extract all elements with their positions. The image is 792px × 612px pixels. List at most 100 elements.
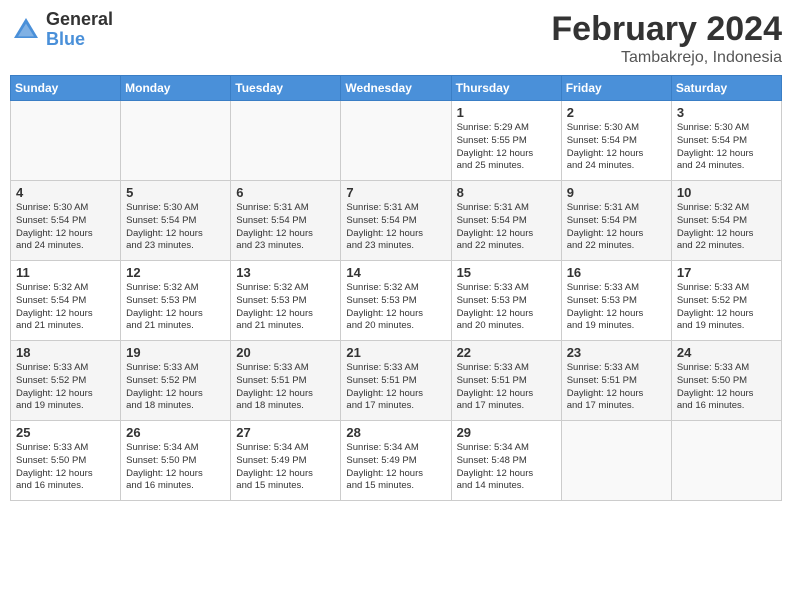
day-info: Sunrise: 5:33 AM Sunset: 5:50 PM Dayligh…: [677, 362, 776, 413]
calendar-cell: [341, 101, 451, 181]
day-info: Sunrise: 5:34 AM Sunset: 5:49 PM Dayligh…: [236, 442, 335, 493]
calendar-cell: 27 Sunrise: 5:34 AM Sunset: 5:49 PM Dayli…: [231, 421, 341, 501]
day-info: Sunrise: 5:32 AM Sunset: 5:54 PM Dayligh…: [677, 202, 776, 253]
logo: General Blue: [10, 10, 113, 50]
day-number: 2: [567, 105, 666, 120]
day-number: 5: [126, 185, 225, 200]
day-info: Sunrise: 5:33 AM Sunset: 5:52 PM Dayligh…: [16, 362, 115, 413]
calendar-cell: 23 Sunrise: 5:33 AM Sunset: 5:51 PM Dayli…: [561, 341, 671, 421]
day-number: 12: [126, 265, 225, 280]
day-number: 18: [16, 345, 115, 360]
calendar-cell: 10Sunrise: 5:32 AM Sunset: 5:54 PM Dayli…: [671, 181, 781, 261]
calendar-week-row: 11 Sunrise: 5:32 AM Sunset: 5:54 PM Dayli…: [11, 261, 782, 341]
day-info: Sunrise: 5:33 AM Sunset: 5:51 PM Dayligh…: [346, 362, 445, 413]
day-number: 25: [16, 425, 115, 440]
calendar-cell: 22 Sunrise: 5:33 AM Sunset: 5:51 PM Dayli…: [451, 341, 561, 421]
month-title: February 2024: [551, 10, 782, 49]
calendar-body: 1Sunrise: 5:29 AM Sunset: 5:55 PM Daylig…: [11, 101, 782, 501]
location: Tambakrejo, Indonesia: [551, 49, 782, 67]
calendar-cell: 2Sunrise: 5:30 AM Sunset: 5:54 PM Daylig…: [561, 101, 671, 181]
day-info: Sunrise: 5:33 AM Sunset: 5:53 PM Dayligh…: [567, 282, 666, 333]
calendar-cell: [231, 101, 341, 181]
day-number: 20: [236, 345, 335, 360]
calendar-cell: [121, 101, 231, 181]
day-info: Sunrise: 5:32 AM Sunset: 5:53 PM Dayligh…: [126, 282, 225, 333]
calendar-cell: 17 Sunrise: 5:33 AM Sunset: 5:52 PM Dayli…: [671, 261, 781, 341]
day-number: 22: [457, 345, 556, 360]
calendar-week-row: 25 Sunrise: 5:33 AM Sunset: 5:50 PM Dayli…: [11, 421, 782, 501]
day-of-week-header: Thursday: [451, 76, 561, 101]
calendar-cell: 5Sunrise: 5:30 AM Sunset: 5:54 PM Daylig…: [121, 181, 231, 261]
calendar-cell: 25 Sunrise: 5:33 AM Sunset: 5:50 PM Dayli…: [11, 421, 121, 501]
day-of-week-header: Wednesday: [341, 76, 451, 101]
calendar-cell: 28Sunrise: 5:34 AM Sunset: 5:49 PM Dayli…: [341, 421, 451, 501]
calendar-cell: 20Sunrise: 5:33 AM Sunset: 5:51 PM Dayli…: [231, 341, 341, 421]
calendar-cell: 4Sunrise: 5:30 AM Sunset: 5:54 PM Daylig…: [11, 181, 121, 261]
day-number: 23: [567, 345, 666, 360]
day-number: 9: [567, 185, 666, 200]
calendar-week-row: 18 Sunrise: 5:33 AM Sunset: 5:52 PM Dayli…: [11, 341, 782, 421]
page-header: General Blue February 2024 Tambakrejo, I…: [10, 10, 782, 67]
header-row: SundayMondayTuesdayWednesdayThursdayFrid…: [11, 76, 782, 101]
day-number: 21: [346, 345, 445, 360]
calendar-cell: 18 Sunrise: 5:33 AM Sunset: 5:52 PM Dayli…: [11, 341, 121, 421]
calendar-cell: 29 Sunrise: 5:34 AM Sunset: 5:48 PM Dayli…: [451, 421, 561, 501]
day-number: 26: [126, 425, 225, 440]
calendar-cell: [561, 421, 671, 501]
day-number: 27: [236, 425, 335, 440]
calendar-cell: 3Sunrise: 5:30 AM Sunset: 5:54 PM Daylig…: [671, 101, 781, 181]
day-info: Sunrise: 5:32 AM Sunset: 5:53 PM Dayligh…: [236, 282, 335, 333]
calendar-cell: 12 Sunrise: 5:32 AM Sunset: 5:53 PM Dayli…: [121, 261, 231, 341]
day-info: Sunrise: 5:34 AM Sunset: 5:48 PM Dayligh…: [457, 442, 556, 493]
day-info: Sunrise: 5:31 AM Sunset: 5:54 PM Dayligh…: [236, 202, 335, 253]
day-info: Sunrise: 5:33 AM Sunset: 5:51 PM Dayligh…: [567, 362, 666, 413]
calendar-week-row: 4Sunrise: 5:30 AM Sunset: 5:54 PM Daylig…: [11, 181, 782, 261]
title-block: February 2024 Tambakrejo, Indonesia: [551, 10, 782, 67]
logo-blue-text: Blue: [46, 30, 113, 50]
day-of-week-header: Tuesday: [231, 76, 341, 101]
day-number: 1: [457, 105, 556, 120]
calendar-header: SundayMondayTuesdayWednesdayThursdayFrid…: [11, 76, 782, 101]
calendar-cell: 24 Sunrise: 5:33 AM Sunset: 5:50 PM Dayli…: [671, 341, 781, 421]
day-info: Sunrise: 5:32 AM Sunset: 5:53 PM Dayligh…: [346, 282, 445, 333]
day-number: 6: [236, 185, 335, 200]
calendar-cell: [671, 421, 781, 501]
day-number: 29: [457, 425, 556, 440]
day-of-week-header: Sunday: [11, 76, 121, 101]
day-info: Sunrise: 5:34 AM Sunset: 5:49 PM Dayligh…: [346, 442, 445, 493]
day-info: Sunrise: 5:30 AM Sunset: 5:54 PM Dayligh…: [677, 122, 776, 173]
day-info: Sunrise: 5:30 AM Sunset: 5:54 PM Dayligh…: [16, 202, 115, 253]
day-of-week-header: Saturday: [671, 76, 781, 101]
calendar-cell: 11 Sunrise: 5:32 AM Sunset: 5:54 PM Dayli…: [11, 261, 121, 341]
day-number: 24: [677, 345, 776, 360]
calendar-cell: 21 Sunrise: 5:33 AM Sunset: 5:51 PM Dayli…: [341, 341, 451, 421]
calendar-cell: 1Sunrise: 5:29 AM Sunset: 5:55 PM Daylig…: [451, 101, 561, 181]
day-info: Sunrise: 5:34 AM Sunset: 5:50 PM Dayligh…: [126, 442, 225, 493]
day-info: Sunrise: 5:33 AM Sunset: 5:53 PM Dayligh…: [457, 282, 556, 333]
calendar-table: SundayMondayTuesdayWednesdayThursdayFrid…: [10, 75, 782, 501]
calendar-cell: 15Sunrise: 5:33 AM Sunset: 5:53 PM Dayli…: [451, 261, 561, 341]
calendar-cell: 9Sunrise: 5:31 AM Sunset: 5:54 PM Daylig…: [561, 181, 671, 261]
day-number: 17: [677, 265, 776, 280]
day-info: Sunrise: 5:31 AM Sunset: 5:54 PM Dayligh…: [346, 202, 445, 253]
day-number: 14: [346, 265, 445, 280]
calendar-week-row: 1Sunrise: 5:29 AM Sunset: 5:55 PM Daylig…: [11, 101, 782, 181]
calendar-cell: 7Sunrise: 5:31 AM Sunset: 5:54 PM Daylig…: [341, 181, 451, 261]
day-number: 19: [126, 345, 225, 360]
calendar-cell: 6 Sunrise: 5:31 AM Sunset: 5:54 PM Daylig…: [231, 181, 341, 261]
day-number: 13: [236, 265, 335, 280]
day-info: Sunrise: 5:31 AM Sunset: 5:54 PM Dayligh…: [457, 202, 556, 253]
day-number: 11: [16, 265, 115, 280]
calendar-cell: 8 Sunrise: 5:31 AM Sunset: 5:54 PM Daylig…: [451, 181, 561, 261]
calendar-cell: 19Sunrise: 5:33 AM Sunset: 5:52 PM Dayli…: [121, 341, 231, 421]
day-info: Sunrise: 5:33 AM Sunset: 5:51 PM Dayligh…: [457, 362, 556, 413]
day-number: 16: [567, 265, 666, 280]
day-of-week-header: Friday: [561, 76, 671, 101]
day-info: Sunrise: 5:33 AM Sunset: 5:50 PM Dayligh…: [16, 442, 115, 493]
calendar-cell: 13 Sunrise: 5:32 AM Sunset: 5:53 PM Dayli…: [231, 261, 341, 341]
day-info: Sunrise: 5:33 AM Sunset: 5:52 PM Dayligh…: [677, 282, 776, 333]
calendar-cell: [11, 101, 121, 181]
day-number: 8: [457, 185, 556, 200]
day-info: Sunrise: 5:32 AM Sunset: 5:54 PM Dayligh…: [16, 282, 115, 333]
logo-icon: [10, 14, 42, 46]
